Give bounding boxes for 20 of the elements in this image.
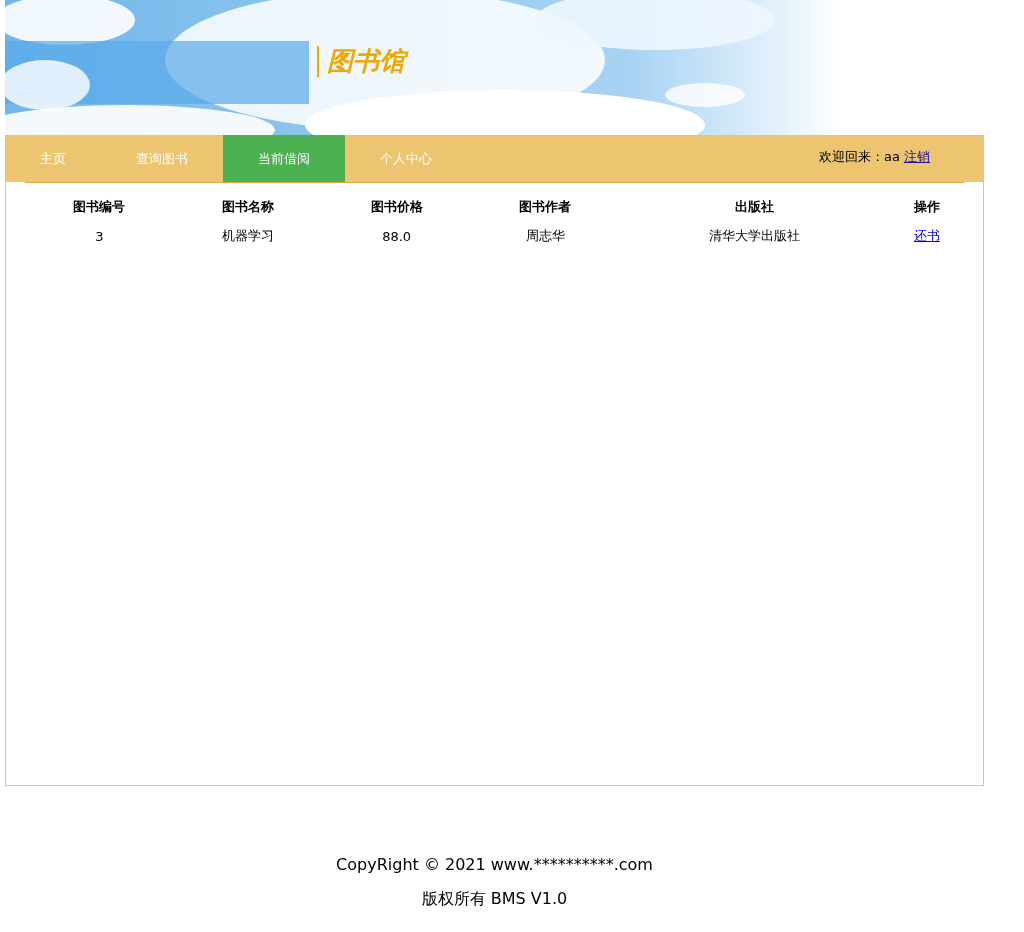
welcome-text: 欢迎回来 : aa: [819, 148, 900, 164]
nav-tab[interactable]: 查询图书: [101, 135, 223, 182]
column-header: 出版社: [734, 198, 776, 216]
nav-tab[interactable]: 个人中心: [345, 135, 467, 182]
table-cell: 88.0: [382, 228, 412, 244]
column-header: 图书名称: [221, 198, 275, 216]
column-header: 操作: [912, 198, 941, 216]
column-header: 图书编号: [72, 198, 127, 216]
table-cell: 3: [95, 228, 104, 244]
version-text: 版权所有 BMS V1.0: [420, 888, 569, 910]
column-header: 图书价格: [369, 198, 424, 216]
nav-tab[interactable]: 当前借阅: [223, 135, 345, 182]
nav-tab[interactable]: 主页: [5, 135, 101, 182]
table-cell: 周志华: [525, 228, 565, 243]
copyright-text: CopyRight © 2021 www.**********.com: [335, 854, 654, 876]
logout-link[interactable]: 注销: [904, 148, 930, 164]
return-book-link[interactable]: 还书: [913, 228, 940, 243]
table-cell: 机器学习: [222, 228, 274, 243]
column-header: 图书作者: [518, 198, 573, 216]
table-cell: 清华大学出版社: [709, 228, 801, 243]
